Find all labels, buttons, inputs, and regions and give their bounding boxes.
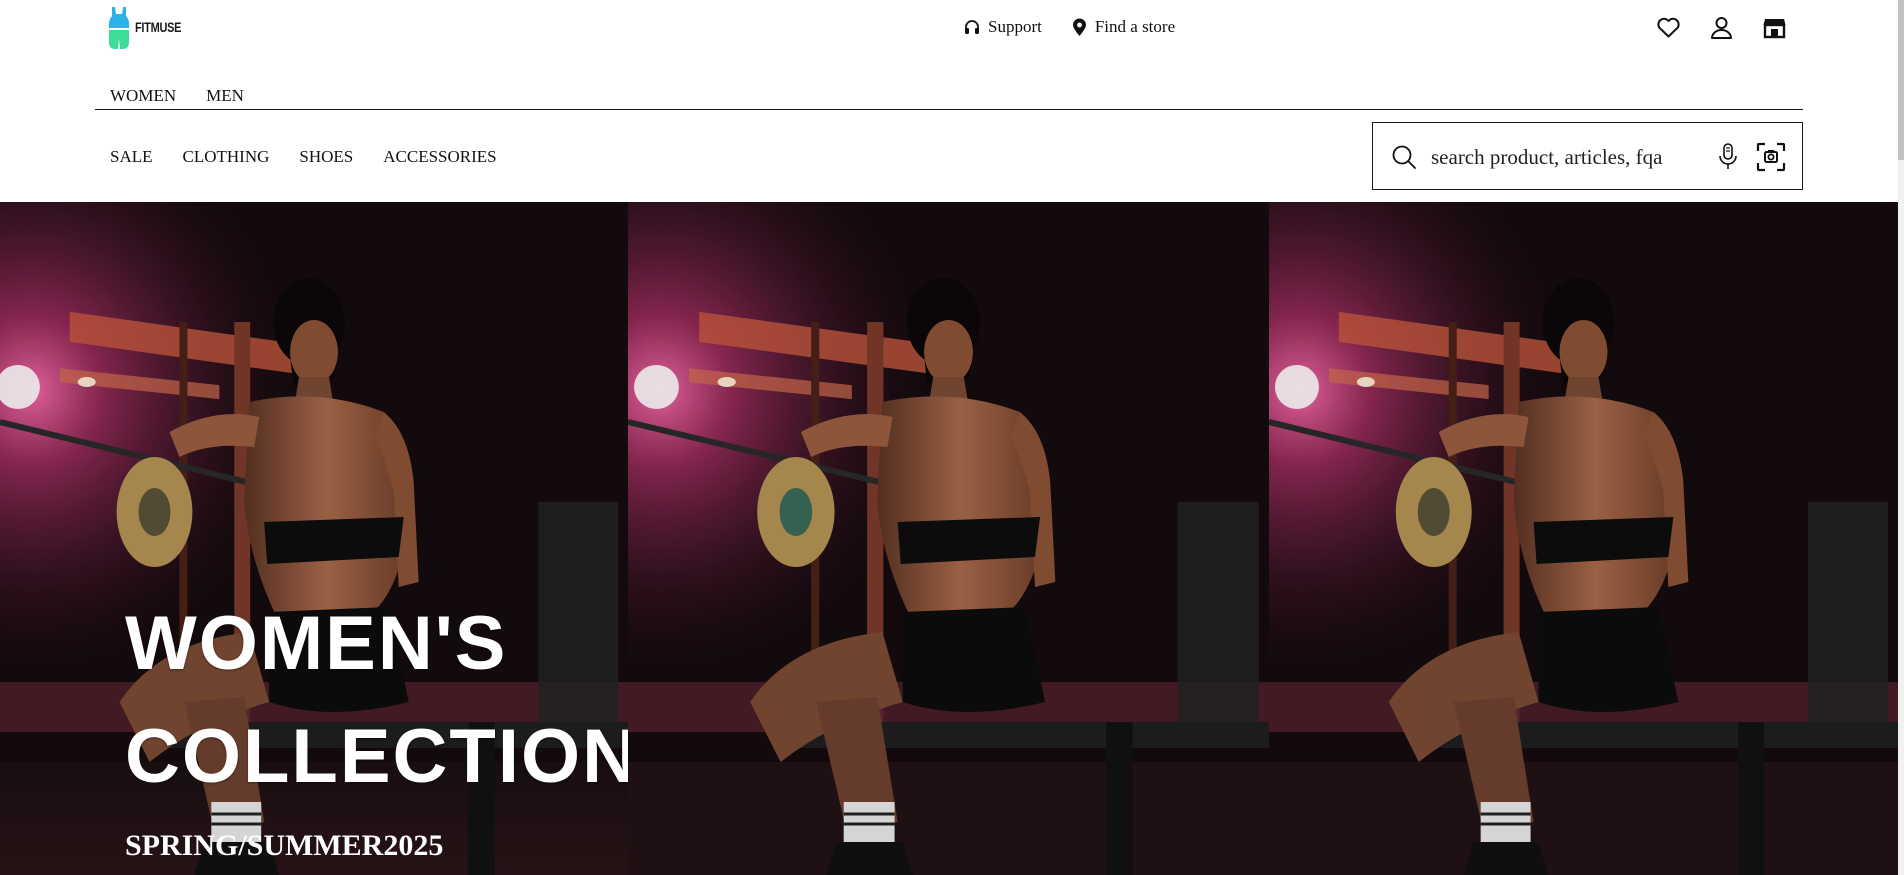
image-scan-icon[interactable] (1756, 142, 1786, 172)
search-input[interactable] (1431, 141, 1701, 173)
hero-image-panel: WOMEN'S COLLECTION SPRING/SUMMER2025 (0, 202, 628, 875)
nav-clothing[interactable]: CLOTHING (183, 147, 270, 167)
gender-nav: WOMEN MEN (110, 86, 244, 106)
support-link[interactable]: Support (964, 17, 1042, 37)
support-label: Support (988, 17, 1042, 36)
hero-photo (628, 202, 1269, 875)
search-icon (1392, 145, 1416, 169)
top-header: FITMUSE Support Find a store WOMEN MEN (0, 0, 1904, 105)
hero-image-panel (628, 202, 1269, 875)
hero-title-line2: COLLECTION (125, 714, 628, 799)
hero-title-line1: WOMEN'S (125, 601, 508, 686)
heart-icon[interactable] (1656, 15, 1681, 40)
microphone-icon[interactable] (1717, 143, 1739, 171)
scrollbar-thumb[interactable] (1898, 0, 1904, 160)
hero-image-panel (1269, 202, 1898, 875)
nav-divider (95, 109, 1803, 110)
brand-name: FITMUSE (135, 20, 182, 36)
tank-top-logo-icon (108, 7, 130, 49)
category-nav: SALE CLOTHING SHOES ACCESSORIES (110, 147, 497, 167)
nav-sale[interactable]: SALE (110, 147, 153, 167)
search-bar[interactable] (1372, 122, 1803, 190)
hero-photo (1269, 202, 1898, 875)
utility-links: Support Find a store (964, 17, 1175, 37)
user-icon[interactable] (1709, 15, 1734, 40)
find-store-link[interactable]: Find a store (1072, 17, 1175, 37)
map-pin-icon (1072, 18, 1086, 36)
nav-women[interactable]: WOMEN (110, 86, 176, 106)
page-scrollbar[interactable] (1898, 0, 1904, 875)
nav-shoes[interactable]: SHOES (299, 147, 353, 167)
nav-accessories[interactable]: ACCESSORIES (383, 147, 496, 167)
nav-men[interactable]: MEN (206, 86, 244, 106)
headphones-icon (965, 19, 979, 34)
store-icon[interactable] (1762, 15, 1787, 40)
hero-text-block: WOMEN'S COLLECTION SPRING/SUMMER2025 (125, 587, 628, 863)
hero-subtitle: SPRING/SUMMER2025 (125, 829, 444, 862)
find-store-label: Find a store (1094, 17, 1176, 36)
brand-logo[interactable]: FITMUSE (107, 6, 181, 50)
hero-banner[interactable]: WOMEN'S COLLECTION SPRING/SUMMER2025 (0, 202, 1898, 875)
user-actions (1656, 15, 1787, 40)
